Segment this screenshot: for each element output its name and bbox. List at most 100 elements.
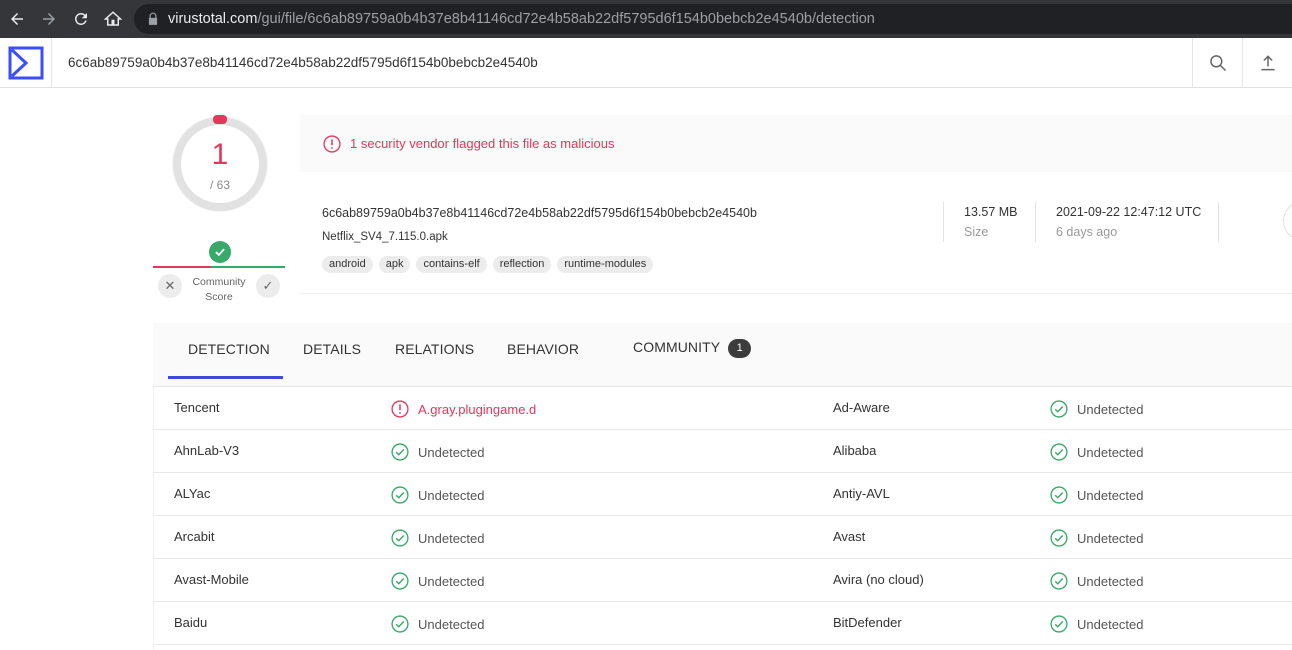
- detection-result-label: Undetected: [1077, 401, 1144, 417]
- search-input[interactable]: 6c6ab89759a0b4b37e8b41146cd72e4b58ab22df…: [68, 55, 1192, 70]
- alert-circle-icon: [323, 134, 341, 153]
- upload-button[interactable]: [1242, 37, 1292, 88]
- home-button[interactable]: [98, 4, 128, 34]
- detection-result-label: Undetected: [1077, 530, 1144, 546]
- tab-behavior[interactable]: BEHAVIOR: [507, 341, 579, 357]
- tab-relations[interactable]: RELATIONS: [395, 341, 474, 357]
- detection-result: Undetected: [1049, 571, 1144, 591]
- file-tags: android apk contains-elf reflection runt…: [322, 256, 654, 273]
- detection-result-label: Undetected: [1077, 616, 1144, 632]
- community-label-line1: Community: [192, 276, 246, 288]
- file-name: Netflix_SV4_7.115.0.apk: [322, 231, 448, 243]
- tab-detection[interactable]: DETECTION: [188, 341, 270, 357]
- vendor-name: Tencent: [174, 400, 220, 415]
- detection-result-label: Undetected: [418, 487, 485, 503]
- tag-contains-elf[interactable]: contains-elf: [416, 256, 487, 273]
- tag-android[interactable]: android: [322, 256, 373, 273]
- divider: [1035, 202, 1036, 242]
- detection-result-label: A.gray.plugingame.d: [418, 401, 537, 417]
- community-count-badge: 1: [728, 339, 752, 358]
- arrow-left-icon: [11, 13, 23, 25]
- analysis-age: 6 days ago: [1056, 225, 1118, 239]
- table-row: Baidu Undetected BitDefender Undetected: [154, 602, 1292, 645]
- file-info-card: 6c6ab89759a0b4b37e8b41146cd72e4b58ab22df…: [300, 172, 1292, 294]
- vote-malicious-button[interactable]: ✕: [158, 274, 182, 298]
- vendor-name: AhnLab-V3: [174, 443, 240, 458]
- check-circle-icon: [1050, 400, 1068, 418]
- search-icon: [1209, 54, 1226, 71]
- file-hash[interactable]: 6c6ab89759a0b4b37e8b41146cd72e4b58ab22df…: [322, 206, 757, 220]
- back-button[interactable]: [2, 4, 32, 34]
- home-icon: [104, 11, 122, 26]
- vendor-name: BitDefender: [833, 615, 902, 630]
- address-bar[interactable]: virustotal.com/gui/file/6c6ab89759a0b4b3…: [134, 4, 1292, 34]
- alert-circle-icon: [391, 400, 409, 418]
- table-row: ALYac Undetected Antiy-AVL Undetected: [154, 473, 1292, 516]
- detection-result-label: Undetected: [418, 530, 485, 546]
- url-path: /gui/file/6c6ab89759a0b4b37e8b41146cd72e…: [257, 11, 875, 27]
- browser-toolbar: virustotal.com/gui/file/6c6ab89759a0b4b3…: [0, 0, 1292, 38]
- arrow-right-icon: [43, 13, 55, 25]
- tab-details[interactable]: DETAILS: [303, 341, 361, 357]
- detection-result: Undetected: [390, 614, 485, 634]
- analysis-date: 2021-09-22 12:47:12 UTC: [1056, 205, 1202, 219]
- score-indicator: [213, 115, 227, 124]
- vendor-name: Alibaba: [833, 443, 877, 458]
- detection-result-label: Undetected: [418, 573, 485, 589]
- file-size: 13.57 MB: [964, 205, 1018, 219]
- close-icon: ✕: [164, 278, 176, 293]
- community-score: ✕ Community Score ✓: [153, 238, 285, 305]
- tag-runtime-modules[interactable]: runtime-modules: [557, 256, 654, 273]
- check-circle-icon: [391, 615, 409, 633]
- divider: [943, 202, 944, 242]
- url-text: virustotal.com/gui/file/6c6ab89759a0b4b3…: [168, 11, 875, 27]
- alert-text: 1 security vendor flagged this file as m…: [350, 136, 615, 151]
- tag-apk[interactable]: apk: [378, 256, 411, 273]
- vt-header: 6c6ab89759a0b4b37e8b41146cd72e4b58ab22df…: [0, 37, 1292, 88]
- vendor-name: Avast-Mobile: [174, 572, 249, 587]
- vendor-name: Avast: [833, 529, 866, 544]
- check-circle-icon: [391, 443, 409, 461]
- detection-result: Undetected: [390, 442, 485, 462]
- check-circle-icon: [1050, 443, 1068, 461]
- vendor-name: Baidu: [174, 615, 208, 630]
- active-tab-indicator: [168, 376, 283, 379]
- detection-result: Undetected: [1049, 528, 1144, 548]
- detection-result: Undetected: [390, 571, 485, 591]
- reload-button[interactable]: [66, 4, 96, 34]
- reload-icon: [74, 12, 87, 25]
- forward-button[interactable]: [34, 4, 64, 34]
- divider: [1218, 202, 1219, 242]
- malicious-alert: 1 security vendor flagged this file as m…: [300, 115, 1292, 172]
- check-circle-icon: [1050, 572, 1068, 590]
- virustotal-logo-icon: [8, 46, 43, 79]
- detection-table: Tencent A.gray.plugingame.d Ad-Aware Undete…: [153, 387, 1292, 650]
- engine-total: / 63: [209, 178, 230, 192]
- community-label-line2: Score: [205, 291, 233, 303]
- vendor-name: Avira (no cloud): [833, 572, 924, 587]
- check-circle-icon: [1050, 486, 1068, 504]
- url-host: virustotal.com: [168, 11, 258, 27]
- vote-harmless-button[interactable]: ✓: [256, 274, 280, 298]
- vendor-name: ALYac: [174, 486, 211, 501]
- detection-result-label: Undetected: [1077, 487, 1144, 503]
- virustotal-logo[interactable]: [0, 37, 52, 88]
- search-button[interactable]: [1192, 37, 1242, 88]
- detection-result: Undetected: [390, 528, 485, 548]
- detection-result: Undetected: [1049, 485, 1144, 505]
- file-size-label: Size: [964, 225, 989, 239]
- tag-reflection[interactable]: reflection: [492, 256, 552, 273]
- check-circle-icon: [391, 572, 409, 590]
- tab-community[interactable]: COMMUNITY 1: [633, 339, 752, 358]
- detection-result: Undetected: [1049, 442, 1144, 462]
- tab-bar: DETECTION DETAILS RELATIONS BEHAVIOR COM…: [153, 323, 1292, 387]
- detection-result-label: Undetected: [418, 616, 485, 632]
- tab-community-label: COMMUNITY: [633, 339, 721, 355]
- check-circle-icon: [391, 486, 409, 504]
- community-score-label: Community Score: [183, 275, 255, 305]
- detection-result: Undetected: [390, 485, 485, 505]
- file-type-icon: [1283, 201, 1292, 241]
- detection-result-label: Undetected: [1077, 573, 1144, 589]
- detection-result: Undetected: [1049, 399, 1144, 419]
- vendor-name: Antiy-AVL: [833, 486, 890, 501]
